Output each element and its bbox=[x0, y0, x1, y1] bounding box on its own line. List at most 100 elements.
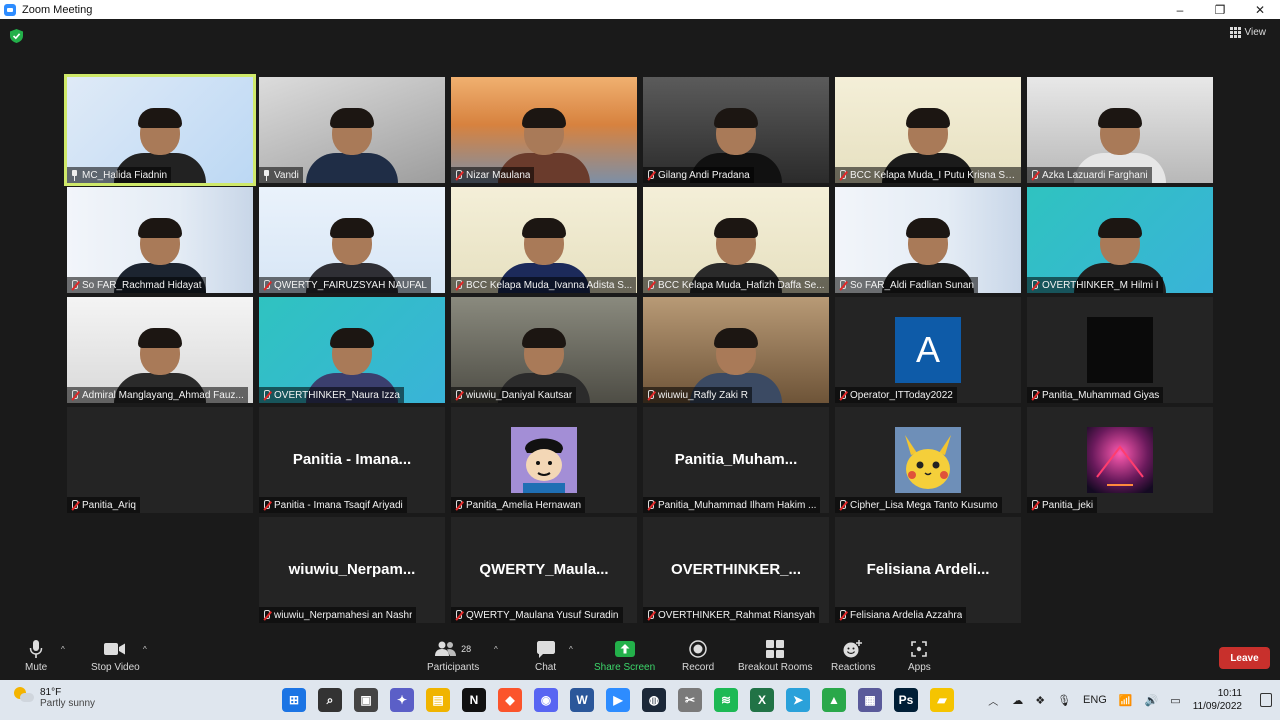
taskbar-app-snipping-tool-icon[interactable]: ✂ bbox=[678, 688, 702, 712]
battery-icon[interactable]: ▭ bbox=[1170, 694, 1180, 707]
mute-button[interactable]: Mute bbox=[25, 639, 47, 673]
participant-tile[interactable]: Gilang Andi Pradana bbox=[643, 77, 829, 183]
participant-tile[interactable]: MC_Halida Fiadnin bbox=[64, 74, 256, 186]
participant-tile[interactable]: wiuwiu_Rafly Zaki R bbox=[643, 297, 829, 403]
taskbar-app-notion-icon[interactable]: N bbox=[462, 688, 486, 712]
taskbar-app-discord-icon[interactable]: ◉ bbox=[534, 688, 558, 712]
participant-tile[interactable]: Azka Lazuardi Farghani bbox=[1027, 77, 1213, 183]
taskbar-app-brave-icon[interactable]: ◆ bbox=[498, 688, 522, 712]
participants-caret-icon[interactable]: ^ bbox=[494, 645, 498, 654]
muted-mic-icon bbox=[1030, 389, 1039, 401]
participant-tile[interactable]: QWERTY_Maula... QWERTY_Maulana Yusuf Sura… bbox=[451, 517, 637, 623]
taskbar-app-excel-icon[interactable]: X bbox=[750, 688, 774, 712]
participant-tile[interactable]: Panitia_Muham... Panitia_Muhammad Ilham H… bbox=[643, 407, 829, 513]
participants-button[interactable]: 28 Participants bbox=[427, 639, 479, 673]
weather-condition: Partly sunny bbox=[40, 698, 96, 709]
chat-caret-icon[interactable]: ^ bbox=[569, 645, 573, 654]
participant-tile[interactable]: Panitia_jeki bbox=[1027, 407, 1213, 513]
participant-tile[interactable]: A Operator_ITToday2022 bbox=[835, 297, 1021, 403]
muted-mic-icon bbox=[70, 499, 79, 511]
close-button[interactable]: ✕ bbox=[1240, 0, 1280, 19]
muted-mic-icon bbox=[262, 499, 271, 511]
taskbar-app-task-view-icon[interactable]: ▣ bbox=[354, 688, 378, 712]
taskbar-app-telegram-icon[interactable]: ➤ bbox=[786, 688, 810, 712]
participant-tile[interactable]: BCC Kelapa Muda_Hafizh Daffa Se... bbox=[643, 187, 829, 293]
taskbar-app-file-explorer-icon[interactable]: ▤ bbox=[426, 688, 450, 712]
taskbar-app-steam-icon[interactable]: ◍ bbox=[642, 688, 666, 712]
apps-button[interactable]: Apps bbox=[908, 639, 931, 673]
encryption-shield-icon[interactable] bbox=[10, 29, 23, 43]
taskbar-app-sticky-notes-icon[interactable]: ▰ bbox=[930, 688, 954, 712]
participant-tile[interactable]: wiuwiu_Nerpam... wiuwiu_Nerpamahesi an Na… bbox=[259, 517, 445, 623]
leave-button[interactable]: Leave bbox=[1219, 647, 1270, 669]
participant-name-bar: MC_Halida Fiadnin bbox=[67, 167, 172, 183]
notification-icon[interactable] bbox=[1260, 693, 1272, 707]
chat-label: Chat bbox=[535, 662, 557, 673]
breakout-rooms-button[interactable]: Breakout Rooms bbox=[738, 639, 812, 673]
maximize-button[interactable]: ❐ bbox=[1200, 0, 1240, 19]
language-indicator[interactable]: ENG bbox=[1083, 694, 1107, 706]
view-button[interactable]: View bbox=[1229, 27, 1266, 38]
muted-mic-icon bbox=[262, 279, 271, 291]
participant-tile[interactable]: BCC Kelapa Muda_Ivanna Adista S... bbox=[451, 187, 637, 293]
participant-name-bar: Panitia_Muhammad Giyas bbox=[1027, 387, 1164, 403]
show-hidden-icons-chevron-icon[interactable]: ︿ bbox=[988, 693, 998, 708]
participant-name: Operator_ITToday2022 bbox=[850, 389, 953, 401]
taskbar-app-spotify-icon[interactable]: ≋ bbox=[714, 688, 738, 712]
muted-mic-icon bbox=[838, 279, 847, 291]
dropbox-icon[interactable]: ❖ bbox=[1035, 694, 1045, 707]
taskbar-app-network-icon[interactable]: ▲ bbox=[822, 688, 846, 712]
participant-tile[interactable]: Panitia_Amelia Hernawan bbox=[451, 407, 637, 513]
participant-tile[interactable]: Panitia_Ariq bbox=[67, 407, 253, 513]
audio-options-caret-icon[interactable]: ^ bbox=[61, 645, 65, 654]
share-screen-button[interactable]: Share Screen bbox=[594, 639, 655, 673]
taskbar-app-zoom-icon[interactable]: ▶ bbox=[606, 688, 630, 712]
participant-tile[interactable]: Panitia - Imana... Panitia - Imana Tsaqif… bbox=[259, 407, 445, 513]
minimize-button[interactable]: – bbox=[1160, 0, 1200, 19]
taskbar-app-start-icon[interactable]: ⊞ bbox=[282, 688, 306, 712]
participant-tile[interactable]: Felisiana Ardeli... Felisiana Ardelia Azz… bbox=[835, 517, 1021, 623]
participant-tile[interactable]: Cipher_Lisa Mega Tanto Kusumo bbox=[835, 407, 1021, 513]
participant-name-display: Panitia - Imana... bbox=[292, 451, 412, 468]
stop-video-button[interactable]: Stop Video bbox=[91, 639, 140, 673]
weather-widget[interactable]: 81°F Partly sunny bbox=[14, 687, 95, 709]
participant-tile[interactable]: So FAR_Aldi Fadlian Sunan bbox=[835, 187, 1021, 293]
participant-tile[interactable]: QWERTY_FAIRUZSYAH NAUFAL bbox=[259, 187, 445, 293]
record-button[interactable]: Record bbox=[682, 639, 714, 673]
participant-tile[interactable]: So FAR_Rachmad Hidayat bbox=[67, 187, 253, 293]
participant-name: BCC Kelapa Muda_Ivanna Adista S... bbox=[466, 279, 633, 291]
microphone-tray-icon[interactable]: 🎙 bbox=[1057, 694, 1071, 707]
reactions-button[interactable]: Reactions bbox=[831, 639, 875, 673]
participant-tile[interactable]: OVERTHINKER_... OVERTHINKER_Rahmat Riansy… bbox=[643, 517, 829, 623]
clock[interactable]: 10:11 11/09/2022 bbox=[1193, 687, 1242, 713]
participant-name-display: Felisiana Ardeli... bbox=[866, 561, 990, 578]
cloud-icon[interactable]: ☁ bbox=[1012, 694, 1023, 707]
participant-name-bar: Gilang Andi Pradana bbox=[643, 167, 754, 183]
participant-tile[interactable]: Admiral Manglayang_Ahmad Fauz... bbox=[67, 297, 253, 403]
video-options-caret-icon[interactable]: ^ bbox=[143, 645, 147, 654]
muted-mic-icon bbox=[646, 169, 655, 181]
participant-tile[interactable]: Nizar Maulana bbox=[451, 77, 637, 183]
taskbar-app-search-icon[interactable]: ⌕ bbox=[318, 688, 342, 712]
taskbar-app-virtualbox-icon[interactable]: ▦ bbox=[858, 688, 882, 712]
chat-button[interactable]: Chat bbox=[535, 639, 556, 673]
participant-tile[interactable]: BCC Kelapa Muda_I Putu Krisna Se... bbox=[835, 77, 1021, 183]
muted-mic-icon bbox=[262, 609, 271, 621]
participant-tile[interactable]: Panitia_Muhammad Giyas bbox=[1027, 297, 1213, 403]
participant-name-bar: Nizar Maulana bbox=[451, 167, 535, 183]
participant-tile[interactable]: OVERTHINKER_Naura Izza bbox=[259, 297, 445, 403]
participant-name: QWERTY_Maulana Yusuf Suradin bbox=[466, 609, 619, 621]
participant-name-bar: wiuwiu_Rafly Zaki R bbox=[643, 387, 753, 403]
taskbar-app-photoshop-icon[interactable]: Ps bbox=[894, 688, 918, 712]
participant-tile[interactable]: OVERTHINKER_M Hilmi I bbox=[1027, 187, 1213, 293]
participant-tile[interactable]: Vandi bbox=[259, 77, 445, 183]
wifi-icon[interactable]: 📶 bbox=[1119, 694, 1133, 707]
volume-icon[interactable]: 🔊 bbox=[1145, 694, 1159, 707]
zoom-app-icon bbox=[4, 3, 16, 16]
participants-count: 28 bbox=[461, 644, 472, 654]
participant-name: Vandi bbox=[274, 169, 299, 181]
taskbar-app-chat-icon[interactable]: ✦ bbox=[390, 688, 414, 712]
participant-tile[interactable]: wiuwiu_Daniyal Kautsar bbox=[451, 297, 637, 403]
participant-name-bar: QWERTY_Maulana Yusuf Suradin bbox=[451, 607, 623, 623]
taskbar-app-word-icon[interactable]: W bbox=[570, 688, 594, 712]
